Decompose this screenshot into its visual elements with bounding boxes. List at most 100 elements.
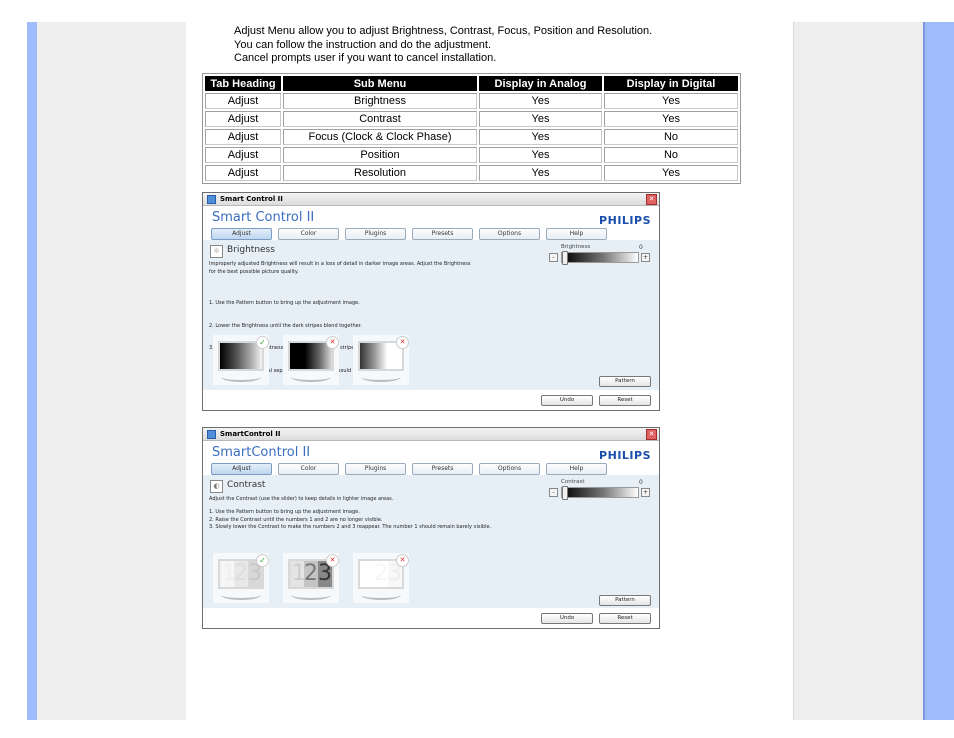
table-row: Adjust Resolution Yes Yes [205, 165, 738, 181]
content-panel: ◐ Contrast Adjust the Contrast (use the … [203, 475, 659, 608]
brightness-slider[interactable] [561, 251, 639, 265]
step: 1. Use the Pattern button to bring up th… [209, 300, 360, 306]
table-cell: Brightness [283, 93, 477, 109]
tab-color[interactable]: Color [278, 463, 339, 475]
table-cell: Adjust [205, 111, 281, 127]
undo-button[interactable]: Undo [541, 395, 593, 406]
pattern-button[interactable]: Pattern [599, 376, 651, 387]
table-cell: Yes [479, 111, 602, 127]
tab-plugins[interactable]: Plugins [345, 463, 406, 475]
window-title: SmartControl II [220, 430, 281, 438]
description-line: Improperly adjusted Brightness will resu… [209, 261, 471, 267]
column-header: Display in Digital [604, 76, 738, 91]
table-row: Adjust Contrast Yes Yes [205, 111, 738, 127]
table-row: Adjust Brightness Yes Yes [205, 93, 738, 109]
tab-bar: Adjust Color Plugins Presets Options Help [203, 463, 659, 475]
slider-increase-button[interactable]: + [641, 488, 650, 497]
example-monitor-too-bright: ✕ [353, 335, 409, 385]
app-title: Smart Control II [212, 210, 315, 225]
table-cell: Yes [479, 129, 602, 145]
table-header-row: Tab Heading Sub Menu Display in Analog D… [205, 76, 738, 91]
step: 2. Raise the Contrast until the numbers … [209, 516, 383, 523]
monitor-stand [221, 372, 261, 382]
digit-2: 2 [374, 561, 388, 586]
page-left-border [27, 22, 37, 720]
table-cell: Yes [604, 93, 738, 109]
contrast-icon: ◐ [210, 480, 223, 493]
table-cell: No [604, 147, 738, 163]
intro-line: You can follow the instruction and do th… [234, 38, 492, 51]
slider-value: 0 [639, 244, 643, 251]
monitor-stand [221, 590, 261, 600]
check-icon: ✓ [256, 554, 269, 567]
page-left-margin [37, 22, 186, 720]
column-header: Sub Menu [283, 76, 477, 91]
tab-help[interactable]: Help [546, 228, 607, 240]
contrast-slider[interactable] [561, 486, 639, 500]
undo-button[interactable]: Undo [541, 613, 593, 624]
slider-increase-button[interactable]: + [641, 253, 650, 262]
tab-adjust[interactable]: Adjust [211, 228, 272, 240]
pattern-button[interactable]: Pattern [599, 595, 651, 606]
slider-thumb[interactable] [562, 486, 568, 500]
tab-plugins[interactable]: Plugins [345, 228, 406, 240]
monitor-stand [361, 372, 401, 382]
cross-icon: ✕ [396, 336, 409, 349]
column-header: Display in Analog [479, 76, 602, 91]
step: 1. Use the Pattern button to bring up th… [209, 509, 360, 515]
table-row: Adjust Position Yes No [205, 147, 738, 163]
app-icon [207, 429, 216, 439]
table-cell: Adjust [205, 147, 281, 163]
table-cell: Yes [604, 111, 738, 127]
window-titlebar: SmartControl II ✕ [203, 428, 659, 441]
close-icon[interactable]: ✕ [646, 429, 657, 440]
slider-decrease-button[interactable]: - [549, 253, 558, 262]
reset-button[interactable]: Reset [599, 395, 651, 406]
tab-options[interactable]: Options [479, 463, 540, 475]
tab-help[interactable]: Help [546, 463, 607, 475]
section-description: Improperly adjusted Brightness will resu… [209, 261, 471, 276]
cross-icon: ✕ [396, 554, 409, 567]
app-title: SmartControl II [212, 445, 311, 460]
slider-decrease-button[interactable]: - [549, 488, 558, 497]
monitor-stand [291, 372, 331, 382]
smartcontrol-window-brightness: Smart Control II ✕ Smart Control II PHIL… [202, 192, 660, 411]
table-cell: No [604, 129, 738, 145]
example-monitor-too-dark: ✕ [283, 335, 339, 385]
philips-logo: PHILIPS [599, 449, 651, 462]
step: 2. Lower the Brightness until the dark s… [209, 322, 362, 329]
digit-2: 2 [234, 561, 248, 587]
table-cell: Resolution [283, 165, 477, 181]
step: 3. Slowly lower the Contrast to make the… [209, 524, 492, 530]
description-line: Adjust the Contrast (use the slider) to … [209, 496, 394, 502]
table-cell: Yes [604, 165, 738, 181]
digit-2: 2 [304, 561, 318, 587]
window-title: Smart Control II [220, 195, 283, 203]
instruction-steps: 1. Use the Pattern button to bring up th… [209, 509, 491, 532]
table-cell: Yes [479, 93, 602, 109]
table-cell: Contrast [283, 111, 477, 127]
tab-presets[interactable]: Presets [412, 463, 473, 475]
monitor-stand [291, 590, 331, 600]
tab-presets[interactable]: Presets [412, 228, 473, 240]
slider-label: Brightness [561, 244, 591, 250]
app-header: SmartControl II PHILIPS [203, 441, 659, 463]
table-cell: Focus (Clock & Clock Phase) [283, 129, 477, 145]
intro-line: Adjust Menu allow you to adjust Brightne… [234, 25, 653, 37]
table-row: Adjust Focus (Clock & Clock Phase) Yes No [205, 129, 738, 145]
reset-button[interactable]: Reset [599, 613, 651, 624]
tab-options[interactable]: Options [479, 228, 540, 240]
close-icon[interactable]: ✕ [646, 194, 657, 205]
adjust-menu-table: Tab Heading Sub Menu Display in Analog D… [202, 73, 741, 184]
example-monitor-correct: 1 2 3 ✓ [213, 553, 269, 603]
tab-adjust[interactable]: Adjust [211, 463, 272, 475]
page-right-margin [793, 22, 924, 720]
window-footer: Undo Reset [203, 390, 659, 409]
table-cell: Adjust [205, 165, 281, 181]
section-title: Contrast [227, 480, 266, 490]
tab-color[interactable]: Color [278, 228, 339, 240]
app-icon [207, 194, 216, 204]
monitor-stand [361, 590, 401, 600]
table-cell: Yes [479, 165, 602, 181]
slider-thumb[interactable] [562, 251, 568, 265]
